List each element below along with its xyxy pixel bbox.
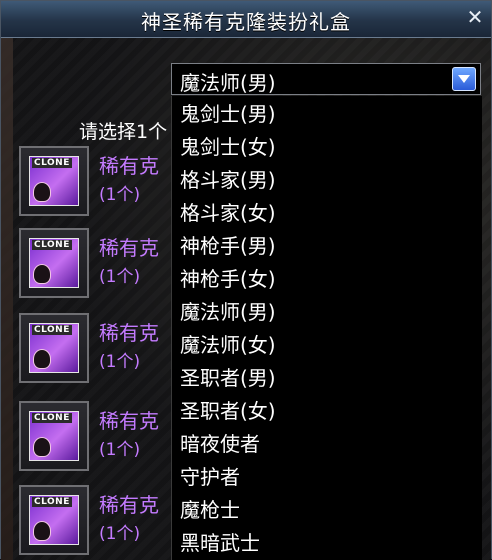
dropdown-option[interactable]: 魔法师(男) <box>180 296 276 325</box>
dropdown-option[interactable]: 鬼剑士(男) <box>180 98 276 127</box>
character-face-icon <box>33 264 51 284</box>
item-slot[interactable]: CLONE <box>19 485 89 555</box>
title-bar: 神圣稀有克隆装扮礼盒 ✕ <box>1 1 491 38</box>
class-dropdown-list[interactable]: 鬼剑士(男) 鬼剑士(女) 格斗家(男) 格斗家(女) 神枪手(男) 神枪手(女… <box>171 96 482 560</box>
dropdown-option[interactable]: 暗夜使者 <box>180 428 260 457</box>
item-slot[interactable]: CLONE <box>19 313 89 383</box>
dropdown-option[interactable]: 格斗家(男) <box>180 164 276 193</box>
item-name: 稀有克 <box>99 493 159 517</box>
dropdown-option[interactable]: 圣职者(男) <box>180 362 276 391</box>
reward-item[interactable]: CLONE 稀有克 (1个) <box>19 228 179 300</box>
gift-box-window: 神圣稀有克隆装扮礼盒 ✕ 请选择1个 CLONE 稀有克 (1个) CLONE … <box>0 0 492 560</box>
dropdown-option[interactable]: 魔法师(女) <box>180 329 276 358</box>
dropdown-option[interactable]: 魔枪士 <box>180 494 240 523</box>
window-title: 神圣稀有克隆装扮礼盒 <box>141 10 351 34</box>
character-face-icon <box>33 349 51 369</box>
dropdown-option[interactable]: 黑暗武士 <box>180 527 260 556</box>
dropdown-option[interactable]: 神枪手(女) <box>180 263 276 292</box>
item-name: 稀有克 <box>99 154 159 178</box>
item-count: (1个) <box>99 267 141 287</box>
character-face-icon <box>33 182 51 202</box>
clone-costume-icon: CLONE <box>29 238 79 288</box>
dropdown-option[interactable]: 格斗家(女) <box>180 197 276 226</box>
reward-item[interactable]: CLONE 稀有克 (1个) <box>19 313 179 385</box>
class-select-value: 魔法师(男) <box>180 71 276 95</box>
background-decoration <box>1 38 13 560</box>
dropdown-option[interactable]: 守护者 <box>180 461 240 490</box>
item-slot[interactable]: CLONE <box>19 146 89 216</box>
close-icon[interactable]: ✕ <box>463 5 487 29</box>
dropdown-option[interactable]: 鬼剑士(女) <box>180 131 276 160</box>
item-count: (1个) <box>99 352 141 372</box>
clone-costume-icon: CLONE <box>29 156 79 206</box>
dropdown-option[interactable]: 圣职者(女) <box>180 395 276 424</box>
item-name: 稀有克 <box>99 236 159 260</box>
chevron-down-icon[interactable] <box>452 67 476 91</box>
reward-item[interactable]: CLONE 稀有克 (1个) <box>19 146 179 218</box>
character-face-icon <box>33 521 51 541</box>
reward-item[interactable]: CLONE 稀有克 (1个) <box>19 401 179 473</box>
icon-tag: CLONE <box>32 413 72 423</box>
item-count: (1个) <box>99 440 141 460</box>
item-name: 稀有克 <box>99 409 159 433</box>
clone-costume-icon: CLONE <box>29 495 79 545</box>
icon-tag: CLONE <box>32 325 72 335</box>
clone-costume-icon: CLONE <box>29 323 79 373</box>
item-slot[interactable]: CLONE <box>19 228 89 298</box>
reward-item[interactable]: CLONE 稀有克 (1个) <box>19 485 179 557</box>
class-select[interactable]: 魔法师(男) <box>171 63 481 95</box>
item-count: (1个) <box>99 185 141 205</box>
icon-tag: CLONE <box>32 497 72 507</box>
icon-tag: CLONE <box>32 240 72 250</box>
dropdown-option[interactable]: 神枪手(男) <box>180 230 276 259</box>
item-name: 稀有克 <box>99 321 159 345</box>
character-face-icon <box>33 437 51 457</box>
icon-tag: CLONE <box>32 158 72 168</box>
item-slot[interactable]: CLONE <box>19 401 89 471</box>
item-count: (1个) <box>99 524 141 544</box>
choose-prompt: 请选择1个 <box>79 121 168 143</box>
clone-costume-icon: CLONE <box>29 411 79 461</box>
